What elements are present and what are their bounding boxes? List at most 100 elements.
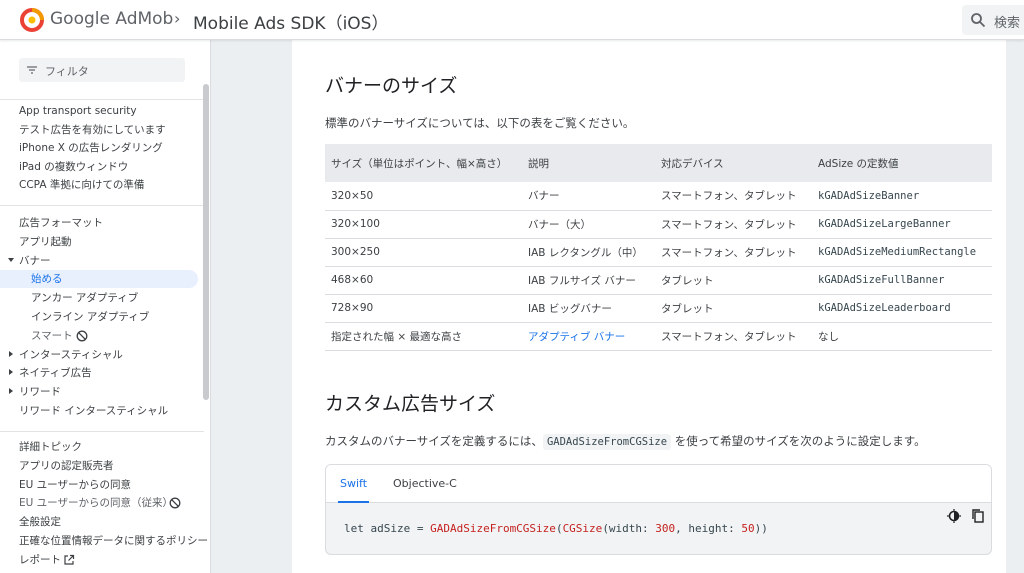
sidebar-item-label: EU ユーザーからの同意（従来） <box>19 497 173 510</box>
table-cell: スマートフォン、タブレット <box>655 182 812 211</box>
code-token-function: GADAdSizeFromCGSize <box>430 522 556 535</box>
sidebar-item-label: アンカー アダプティブ <box>31 292 139 305</box>
sidebar-item[interactable]: テスト広告を有効にしています <box>0 121 198 139</box>
table-header: AdSize の定数値 <box>812 144 992 182</box>
heading-custom-ad-size: カスタム広告サイズ <box>325 393 496 415</box>
sidebar-item-label: iPhone X の広告レンダリング <box>19 142 163 155</box>
search-label: 検索 <box>994 16 1021 31</box>
code-tabs: Swift Objective-C <box>326 465 991 503</box>
sidebar-item-label: レポート <box>19 553 61 566</box>
sidebar-item[interactable]: EU ユーザーからの同意（従来） <box>0 494 198 512</box>
sidebar-item[interactable]: インタースティシャル <box>0 346 198 364</box>
dark-theme-icon[interactable] <box>947 509 961 523</box>
sidebar-item-label: アプリの認定販売者 <box>19 459 114 472</box>
table-row: 468×60 IAB フルサイズ バナー タブレット kGADAdSizeFullBa… <box>325 266 992 295</box>
sidebar-scrollbar[interactable] <box>203 84 209 400</box>
sidebar-item[interactable]: 広告フォーマット <box>0 214 198 232</box>
table-cell: 指定された幅 × 最適な高さ <box>325 322 522 351</box>
table-cell: kGADAdSizeMediumRectangle <box>812 238 992 267</box>
table-cell: スマートフォン、タブレット <box>655 322 812 351</box>
copy-icon[interactable] <box>971 509 985 523</box>
tab-objective-c[interactable]: Objective-C <box>393 477 457 490</box>
table-cell: IAB レクタングル（中） <box>522 238 655 267</box>
sidebar-item[interactable]: ネイティブ広告 <box>0 364 198 382</box>
sidebar-item[interactable]: App transport security <box>0 102 198 120</box>
sidebar-item[interactable]: レポート <box>0 551 198 569</box>
table-row: 728×90 IAB ビッグバナー タブレット kGADAdSizeLeaderboa… <box>325 294 992 323</box>
intro-text: を使って希望のサイズを次のように設定します。 <box>671 434 926 448</box>
table-cell: IAB フルサイズ バナー <box>522 266 655 295</box>
sidebar-item-label: リワード インタースティシャル <box>19 405 169 417</box>
nav-divider <box>0 99 204 100</box>
sidebar-item[interactable]: EU ユーザーからの同意 <box>0 476 198 494</box>
table-cell: kGADAdSizeLeaderboard <box>812 294 992 323</box>
sidebar-item[interactable]: リワード インタースティシャル <box>0 402 198 420</box>
sidebar-item[interactable]: アンカー アダプティブ <box>0 289 198 307</box>
table-cell: 468×60 <box>325 266 522 295</box>
sidebar-item-label: インライン アダプティブ <box>31 311 150 323</box>
tab-swift[interactable]: Swift <box>337 477 370 503</box>
sidebar-item[interactable]: リワード <box>0 383 198 401</box>
table-cell: 320×50 <box>325 182 522 211</box>
banner-sizes-intro: 標準のバナーサイズについては、以下の表をご覧ください。 <box>325 116 635 130</box>
table-cell: バナー <box>522 182 655 211</box>
code-token: let adSize = <box>344 522 431 535</box>
table-header-row: サイズ（単位はポイント、幅×高さ） 説明 対応デバイス AdSize の定数値 <box>325 144 992 182</box>
expand-arrow-right-icon <box>9 369 13 376</box>
code-token-type: CGSize <box>562 522 603 535</box>
code-token-number: 50 <box>741 522 755 535</box>
sidebar-item[interactable]: 正確な位置情報データに関するポリシー <box>0 532 208 550</box>
sidebar-item-active[interactable]: 始める <box>0 270 198 289</box>
table-cell: タブレット <box>655 266 812 295</box>
right-gutter <box>1006 40 1024 573</box>
deprecated-icon <box>169 497 181 509</box>
search-box[interactable]: 検索 <box>962 5 1024 35</box>
code-token: ( <box>555 522 563 535</box>
heading-banner-sizes: バナーのサイズ <box>325 75 458 97</box>
sidebar-item-label: バナー <box>19 254 51 267</box>
expand-arrow-down-icon <box>8 257 14 262</box>
sidebar-item-label: EU ユーザーからの同意 <box>19 478 131 491</box>
brand-google: Google <box>50 9 110 29</box>
code-sample: Swift Objective-C let adSize = GADAdSize… <box>325 464 992 555</box>
table-cell: スマートフォン、タブレット <box>655 238 812 267</box>
intro-text: カスタムのバナーサイズを定義するには、 <box>325 434 543 448</box>
brand-product: AdMob <box>115 9 174 29</box>
sidebar-item[interactable]: アプリの認定販売者 <box>0 457 198 475</box>
nav-divider <box>0 431 204 432</box>
table-cell: なし <box>812 322 992 351</box>
table-row: 320×50 バナー スマートフォン、タブレット kGADAdSizeBanner <box>325 182 992 211</box>
admob-logo-icon[interactable] <box>20 8 44 32</box>
sidebar-item-label: App transport security <box>19 105 137 117</box>
table-cell: 300×250 <box>325 238 522 267</box>
brand-name[interactable]: Google AdMob <box>50 9 173 29</box>
table-cell: 320×100 <box>325 210 522 239</box>
table-cell: 728×90 <box>325 294 522 323</box>
sidebar-item[interactable]: インライン アダプティブ <box>0 308 198 326</box>
table-cell: バナー（大） <box>522 210 655 239</box>
main-content: バナーのサイズ 標準のバナーサイズについては、以下の表をご覧ください。 サイズ（… <box>292 40 1006 573</box>
table-row: 指定された幅 × 最適な高さ アダプティブ バナー スマートフォン、タブレット なし <box>325 322 992 351</box>
table-header: サイズ（単位はポイント、幅×高さ） <box>325 144 522 182</box>
nav-divider <box>0 205 204 206</box>
breadcrumb-product[interactable]: Mobile Ads SDK（iOS） <box>193 9 388 34</box>
sidebar-item-label: 始める <box>31 273 63 286</box>
sidebar-item[interactable]: アプリ起動 <box>0 233 198 251</box>
sidebar-item[interactable]: 詳細トピック <box>0 438 198 456</box>
sidebar-item[interactable]: CCPA 準拠に向けての準備 <box>0 176 198 194</box>
code-token: , height: <box>675 522 742 535</box>
sidebar-item[interactable]: iPad の複数ウィンドウ <box>0 158 198 176</box>
table-row: 320×100 バナー（大） スマートフォン、タブレット kGADAdSizeLarg… <box>325 210 992 239</box>
expand-arrow-right-icon <box>9 388 13 395</box>
deprecated-icon <box>76 330 88 342</box>
sidebar-item[interactable]: iPhone X の広告レンダリング <box>0 139 198 157</box>
sidebar-item[interactable]: 全般設定 <box>0 513 198 531</box>
sidebar-item[interactable]: バナー <box>0 252 198 270</box>
sidebar-item[interactable]: スマート <box>0 327 198 345</box>
search-icon <box>971 13 986 28</box>
adaptive-banner-link[interactable]: アダプティブ バナー <box>522 322 655 351</box>
filter-input[interactable]: フィルタ <box>19 58 185 82</box>
table-header: 対応デバイス <box>655 144 812 182</box>
sidebar-item-label: スマート <box>31 329 73 342</box>
inline-code: GADAdSizeFromCGSize <box>542 434 672 450</box>
